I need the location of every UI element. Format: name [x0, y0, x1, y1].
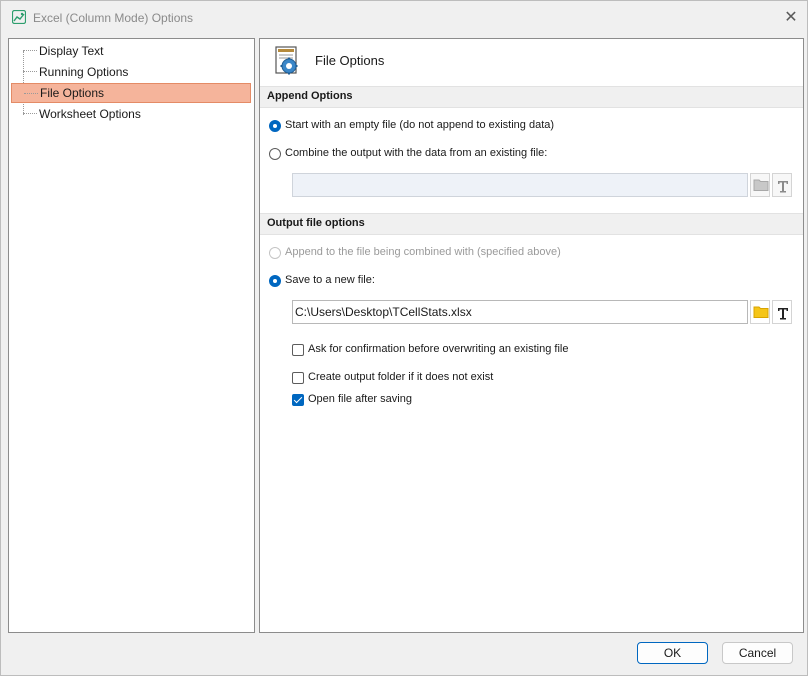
- tree-connector: [24, 93, 38, 94]
- tree-item-file-options[interactable]: File Options: [11, 83, 251, 103]
- save-file-path-input[interactable]: C:\Users\Desktop\TCellStats.xlsx: [292, 300, 748, 324]
- browse-save-button[interactable]: [750, 300, 770, 324]
- radio-combine-existing-label[interactable]: Combine the output with the data from an…: [285, 147, 547, 159]
- tree-item-label: Running Options: [39, 65, 129, 79]
- tree-item-worksheet-options[interactable]: Worksheet Options: [11, 104, 251, 124]
- page-title: File Options: [315, 53, 385, 68]
- tree-item-label: Worksheet Options: [39, 107, 141, 121]
- section-heading: Append Options: [267, 90, 353, 102]
- checkbox-open-after-saving-label[interactable]: Open file after saving: [308, 393, 412, 405]
- section-heading: Output file options: [267, 217, 365, 229]
- radio-start-empty[interactable]: [269, 120, 281, 132]
- text-variable-combine-button[interactable]: [772, 173, 792, 197]
- tree-item-label: Display Text: [39, 44, 104, 58]
- file-settings-icon: [275, 46, 298, 75]
- radio-combine-existing[interactable]: [269, 148, 281, 160]
- text-icon: [778, 308, 788, 320]
- browse-combine-button[interactable]: [750, 173, 770, 197]
- tree-item-display-text[interactable]: Display Text: [11, 41, 251, 61]
- section-append-options: Append Options: [260, 86, 803, 108]
- checkbox-create-folder-label[interactable]: Create output folder if it does not exis…: [308, 371, 493, 383]
- tree-connector: [23, 50, 37, 51]
- options-tree: Display Text Running Options File Option…: [8, 38, 255, 633]
- title-bar: Excel (Column Mode) Options ✕: [1, 1, 807, 35]
- radio-append-combined-label: Append to the file being combined with (…: [285, 246, 561, 258]
- tree-connector: [23, 71, 37, 72]
- section-output-file-options: Output file options: [260, 213, 803, 235]
- ok-button[interactable]: OK: [637, 642, 708, 664]
- checkbox-confirm-overwrite-label[interactable]: Ask for confirmation before overwriting …: [308, 343, 568, 355]
- radio-save-new-file[interactable]: [269, 275, 281, 287]
- tree-item-running-options[interactable]: Running Options: [11, 62, 251, 82]
- options-dialog: Excel (Column Mode) Options ✕ Display Te…: [0, 0, 808, 676]
- radio-save-new-file-label[interactable]: Save to a new file:: [285, 274, 375, 286]
- combine-file-path-input[interactable]: [292, 173, 748, 197]
- close-icon[interactable]: ✕: [779, 7, 803, 29]
- radio-append-combined[interactable]: [269, 247, 281, 259]
- folder-icon: [753, 179, 769, 191]
- window-title: Excel (Column Mode) Options: [33, 11, 194, 25]
- folder-icon: [753, 306, 769, 318]
- radio-start-empty-label[interactable]: Start with an empty file (do not append …: [285, 119, 554, 131]
- checkbox-open-after-saving[interactable]: [292, 394, 304, 406]
- file-options-panel: File Options Append Options Start with a…: [259, 38, 804, 633]
- tree-item-label: File Options: [40, 86, 105, 100]
- app-icon: [12, 10, 26, 24]
- tree-connector: [23, 113, 37, 114]
- cancel-button[interactable]: Cancel: [722, 642, 793, 664]
- checkbox-create-folder[interactable]: [292, 372, 304, 384]
- text-variable-save-button[interactable]: [772, 300, 792, 324]
- text-icon: [778, 181, 788, 193]
- checkbox-confirm-overwrite[interactable]: [292, 344, 304, 356]
